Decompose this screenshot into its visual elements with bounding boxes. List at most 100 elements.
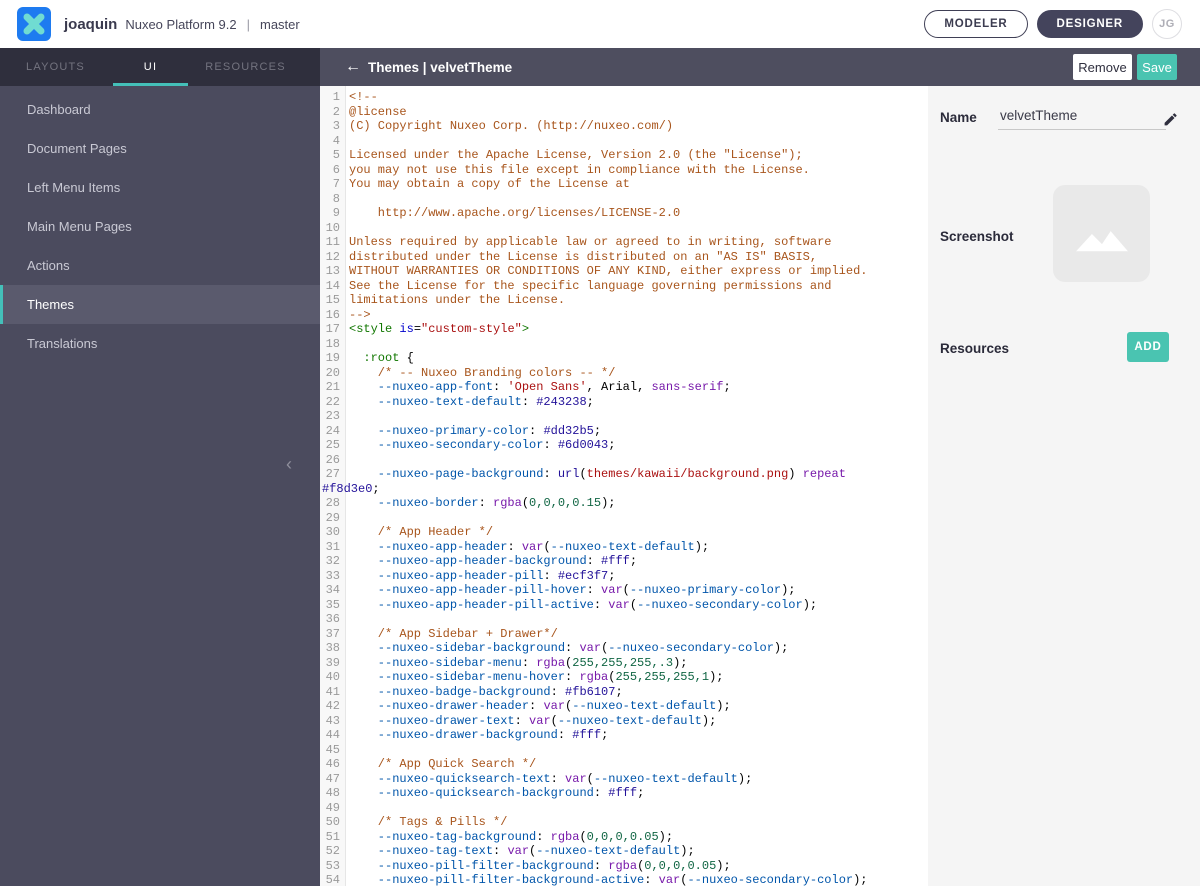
code-text-wrapped[interactable]: #f8d3e0; bbox=[320, 482, 380, 497]
code-line: 22 --nuxeo-text-default: #243238; bbox=[320, 395, 928, 410]
user-avatar[interactable]: JG bbox=[1152, 9, 1182, 39]
designer-button[interactable]: DESIGNER bbox=[1036, 10, 1143, 38]
code-text[interactable]: /* Tags & Pills */ bbox=[346, 815, 508, 830]
edit-name-pencil-icon[interactable] bbox=[1162, 110, 1180, 128]
code-text[interactable] bbox=[346, 221, 349, 236]
sidebar-item-dashboard[interactable]: Dashboard bbox=[0, 90, 320, 129]
code-text[interactable] bbox=[346, 192, 349, 207]
code-text[interactable]: --nuxeo-quicksearch-background: #fff; bbox=[346, 786, 644, 801]
remove-button[interactable]: Remove bbox=[1073, 54, 1132, 80]
sidebar-item-translations[interactable]: Translations bbox=[0, 324, 320, 363]
code-text[interactable] bbox=[346, 743, 349, 758]
code-text[interactable]: --nuxeo-border: rgba(0,0,0,0.15); bbox=[346, 496, 616, 511]
code-text[interactable]: /* App Quick Search */ bbox=[346, 757, 536, 772]
code-text[interactable]: --nuxeo-app-header-pill-active: var(--nu… bbox=[346, 598, 817, 613]
line-number: 24 bbox=[325, 423, 340, 438]
code-text[interactable]: --nuxeo-badge-background: #fb6107; bbox=[346, 685, 623, 700]
code-text[interactable]: --nuxeo-tag-background: rgba(0,0,0,0.05)… bbox=[346, 830, 673, 845]
line-number: 44 bbox=[325, 728, 340, 742]
save-button[interactable]: Save bbox=[1137, 54, 1177, 80]
back-arrow-icon[interactable]: ← bbox=[345, 48, 361, 86]
code-text[interactable]: --nuxeo-primary-color: #dd32b5; bbox=[346, 424, 601, 439]
code-text[interactable]: --nuxeo-secondary-color: #6d0043; bbox=[346, 438, 616, 453]
screenshot-placeholder[interactable] bbox=[1053, 185, 1150, 282]
code-text[interactable]: --> bbox=[346, 308, 371, 323]
tab-layouts[interactable]: LAYOUTS bbox=[8, 48, 103, 86]
code-text[interactable]: @license bbox=[346, 105, 407, 120]
code-text[interactable]: /* App Header */ bbox=[346, 525, 493, 540]
line-number: 26 bbox=[325, 452, 340, 467]
theme-name-input[interactable] bbox=[998, 106, 1166, 130]
code-line: 31 --nuxeo-app-header: var(--nuxeo-text-… bbox=[320, 540, 928, 555]
code-text[interactable] bbox=[346, 612, 349, 627]
code-text[interactable]: Licensed under the Apache License, Versi… bbox=[346, 148, 803, 163]
code-text[interactable]: limitations under the License. bbox=[346, 293, 565, 308]
code-text[interactable]: --nuxeo-pill-filter-background-active: v… bbox=[346, 873, 868, 886]
code-line: 7 You may obtain a copy of the License at bbox=[320, 177, 928, 192]
code-line: 13 WITHOUT WARRANTIES OR CONDITIONS OF AN… bbox=[320, 264, 928, 279]
code-text[interactable]: --nuxeo-tag-text: var(--nuxeo-text-defau… bbox=[346, 844, 695, 859]
line-number: 53 bbox=[325, 858, 340, 873]
code-text[interactable]: --nuxeo-pill-filter-background: rgba(0,0… bbox=[346, 859, 731, 874]
code-text[interactable] bbox=[346, 409, 349, 424]
code-text[interactable]: /* -- Nuxeo Branding colors -- */ bbox=[346, 366, 616, 381]
collapse-sidebar-icon[interactable]: ‹ bbox=[286, 455, 292, 473]
code-text[interactable]: /* App Sidebar + Drawer*/ bbox=[346, 627, 558, 642]
tab-resources[interactable]: RESOURCES bbox=[198, 48, 293, 86]
breadcrumb-bar: ← Themes | velvetTheme Remove Save bbox=[320, 48, 1200, 86]
code-text[interactable] bbox=[346, 453, 349, 468]
sidebar-item-main-menu-pages[interactable]: Main Menu Pages bbox=[0, 207, 320, 246]
code-text[interactable]: <!-- bbox=[346, 90, 378, 105]
code-text[interactable]: --nuxeo-page-background: url(themes/kawa… bbox=[346, 467, 846, 482]
code-text[interactable]: --nuxeo-app-font: 'Open Sans', Arial, sa… bbox=[346, 380, 731, 395]
code-line: 44 --nuxeo-drawer-background: #fff; bbox=[320, 728, 928, 743]
code-text[interactable]: --nuxeo-app-header: var(--nuxeo-text-def… bbox=[346, 540, 709, 555]
sidebar-item-left-menu-items[interactable]: Left Menu Items bbox=[0, 168, 320, 207]
code-text[interactable]: WITHOUT WARRANTIES OR CONDITIONS OF ANY … bbox=[346, 264, 867, 279]
code-text[interactable] bbox=[346, 134, 349, 149]
code-line: 3 (C) Copyright Nuxeo Corp. (http://nuxeo… bbox=[320, 119, 928, 134]
line-number: 48 bbox=[325, 786, 340, 800]
code-text[interactable]: --nuxeo-sidebar-menu: rgba(255,255,255,.… bbox=[346, 656, 688, 671]
line-number: 35 bbox=[325, 597, 340, 612]
sidebar-item-document-pages[interactable]: Document Pages bbox=[0, 129, 320, 168]
code-text[interactable]: --nuxeo-text-default: #243238; bbox=[346, 395, 594, 410]
code-text[interactable]: --nuxeo-app-header-background: #fff; bbox=[346, 554, 637, 569]
add-resource-button[interactable]: ADD bbox=[1127, 332, 1169, 362]
code-text[interactable]: you may not use this file except in comp… bbox=[346, 163, 810, 178]
code-text[interactable]: --nuxeo-drawer-background: #fff; bbox=[346, 728, 608, 743]
code-text[interactable]: http://www.apache.org/licenses/LICENSE-2… bbox=[346, 206, 680, 221]
code-text[interactable] bbox=[346, 511, 349, 526]
code-text[interactable]: --nuxeo-sidebar-menu-hover: rgba(255,255… bbox=[346, 670, 724, 685]
code-text[interactable] bbox=[346, 337, 349, 352]
code-text[interactable]: --nuxeo-sidebar-background: var(--nuxeo-… bbox=[346, 641, 789, 656]
code-line: 36 bbox=[320, 612, 928, 627]
code-line: 41 --nuxeo-badge-background: #fb6107; bbox=[320, 685, 928, 700]
code-line: 46 /* App Quick Search */ bbox=[320, 757, 928, 772]
nuxeo-logo-icon[interactable] bbox=[17, 7, 51, 41]
code-text[interactable]: --nuxeo-drawer-text: var(--nuxeo-text-de… bbox=[346, 714, 717, 729]
code-text[interactable]: <style is="custom-style"> bbox=[346, 322, 529, 337]
line-number: 28 bbox=[325, 496, 340, 510]
code-text[interactable]: You may obtain a copy of the License at bbox=[346, 177, 630, 192]
code-line: 23 bbox=[320, 409, 928, 424]
sidebar-item-actions[interactable]: Actions bbox=[0, 246, 320, 285]
tab-ui[interactable]: UI bbox=[103, 48, 198, 86]
code-text[interactable] bbox=[346, 801, 349, 816]
code-text[interactable]: --nuxeo-drawer-header: var(--nuxeo-text-… bbox=[346, 699, 731, 714]
code-text[interactable]: --nuxeo-app-header-pill-hover: var(--nux… bbox=[346, 583, 796, 598]
code-text[interactable]: See the License for the specific languag… bbox=[346, 279, 831, 294]
code-text[interactable]: :root { bbox=[346, 351, 413, 366]
code-line: 18 bbox=[320, 337, 928, 352]
theme-code-editor[interactable]: 1 <!-- 2 @license 3 (C) Copyright Nuxeo Corp.… bbox=[320, 86, 928, 886]
code-text[interactable]: --nuxeo-app-header-pill: #ecf3f7; bbox=[346, 569, 616, 584]
user-name: joaquin bbox=[64, 15, 118, 33]
code-text[interactable]: --nuxeo-quicksearch-text: var(--nuxeo-te… bbox=[346, 772, 753, 787]
code-text[interactable]: distributed under the License is distrib… bbox=[346, 250, 817, 265]
code-line: 40 --nuxeo-sidebar-menu-hover: rgba(255,… bbox=[320, 670, 928, 685]
modeler-button[interactable]: MODELER bbox=[924, 10, 1028, 38]
code-text[interactable]: Unless required by applicable law or agr… bbox=[346, 235, 831, 250]
sidebar-item-themes[interactable]: Themes bbox=[0, 285, 320, 324]
code-line: 17 <style is="custom-style"> bbox=[320, 322, 928, 337]
code-text[interactable]: (C) Copyright Nuxeo Corp. (http://nuxeo.… bbox=[346, 119, 673, 134]
